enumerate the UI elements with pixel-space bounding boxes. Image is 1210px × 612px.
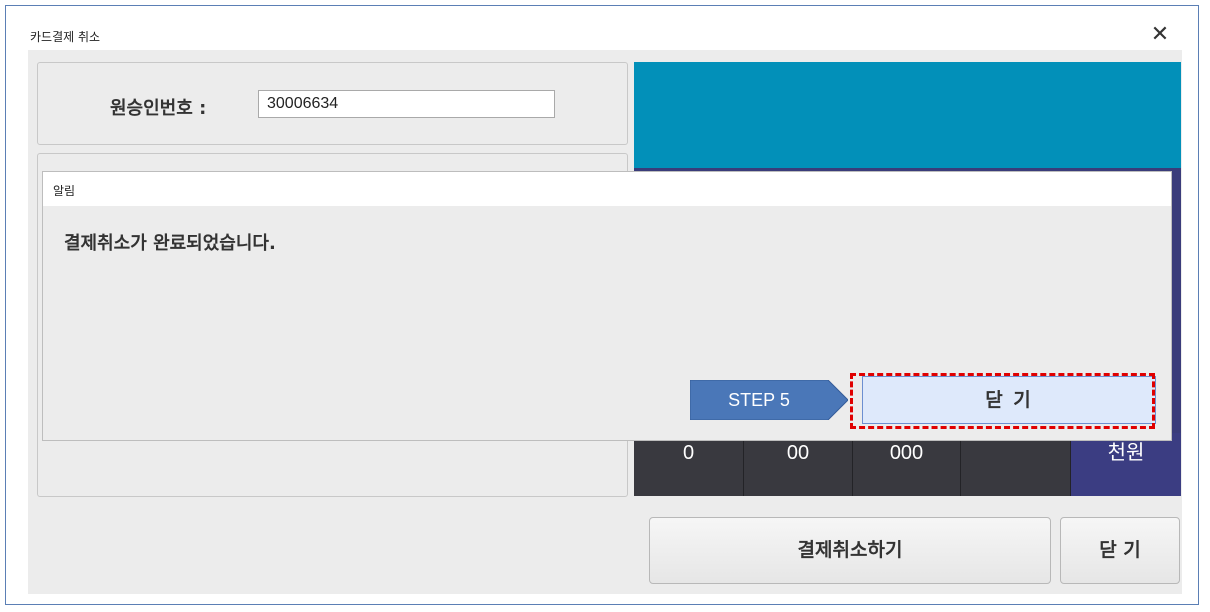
step-label: STEP 5 — [728, 390, 790, 410]
amount-display — [634, 62, 1181, 168]
key-0[interactable]: 0 — [634, 433, 744, 496]
key-000[interactable]: 000 — [853, 433, 961, 496]
keypad-row: 0 00 000 천원 — [634, 433, 1181, 496]
close-icon[interactable]: ✕ — [1145, 20, 1175, 50]
window-title: 카드결제 취소 — [30, 30, 101, 44]
cancel-payment-button[interactable]: 결제취소하기 — [649, 517, 1051, 584]
approval-number-label: 원승인번호 : — [110, 98, 207, 119]
dialog-title: 알림 — [53, 184, 76, 198]
key-thousand-won[interactable]: 천원 — [1071, 433, 1181, 496]
dialog-title-bar: 알림 — [43, 172, 1171, 206]
close-button[interactable]: 닫 기 — [1060, 517, 1180, 584]
key-00[interactable]: 00 — [744, 433, 853, 496]
key-blank[interactable] — [961, 433, 1071, 496]
step-annotation: STEP 5 — [690, 380, 848, 420]
alert-dialog: 알림 결제취소가 완료되었습니다. 닫 기 — [42, 171, 1172, 441]
dialog-close-button[interactable]: 닫 기 — [862, 376, 1156, 424]
dialog-message: 결제취소가 완료되었습니다. — [64, 233, 276, 254]
approval-number-input[interactable] — [258, 90, 555, 118]
